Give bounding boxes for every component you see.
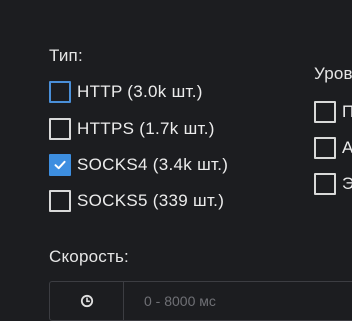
speed-section-label: Скорость:: [49, 247, 129, 266]
speed-input[interactable]: [124, 282, 352, 320]
socks4-option-label: SOCKS4 (3.4k шт.): [77, 155, 229, 174]
type-option-http[interactable]: HTTP (3.0k шт.): [49, 80, 203, 104]
level-option-2-checkbox[interactable]: [314, 137, 336, 159]
type-option-socks4[interactable]: SOCKS4 (3.4k шт.): [49, 153, 228, 177]
level-option-2-label: А: [342, 138, 352, 157]
https-checkbox[interactable]: [49, 118, 71, 140]
socks4-checkbox[interactable]: [49, 154, 71, 176]
type-section-label: Тип:: [49, 46, 83, 65]
speed-filter-field[interactable]: [49, 281, 352, 321]
level-option-1-label: П: [342, 102, 352, 121]
type-option-socks5[interactable]: SOCKS5 (339 шт.): [49, 189, 224, 213]
speed-icon-cell: [50, 282, 124, 320]
level-option-2[interactable]: А: [314, 136, 352, 160]
level-option-3[interactable]: Э: [314, 172, 352, 196]
level-section-label: Уров: [314, 64, 352, 83]
checkmark-icon: [54, 160, 66, 170]
type-option-https[interactable]: HTTPS (1.7k шт.): [49, 117, 215, 141]
level-option-1-checkbox[interactable]: [314, 101, 336, 123]
http-option-label: HTTP (3.0k шт.): [77, 82, 203, 101]
socks5-option-label: SOCKS5 (339 шт.): [77, 191, 225, 210]
level-option-3-label: Э: [342, 174, 352, 193]
clock-icon: [80, 294, 93, 308]
level-option-3-checkbox[interactable]: [314, 173, 336, 195]
https-option-label: HTTPS (1.7k шт.): [77, 119, 215, 138]
level-option-1[interactable]: П: [314, 100, 352, 124]
socks5-checkbox[interactable]: [49, 190, 71, 212]
http-checkbox[interactable]: [49, 81, 71, 103]
